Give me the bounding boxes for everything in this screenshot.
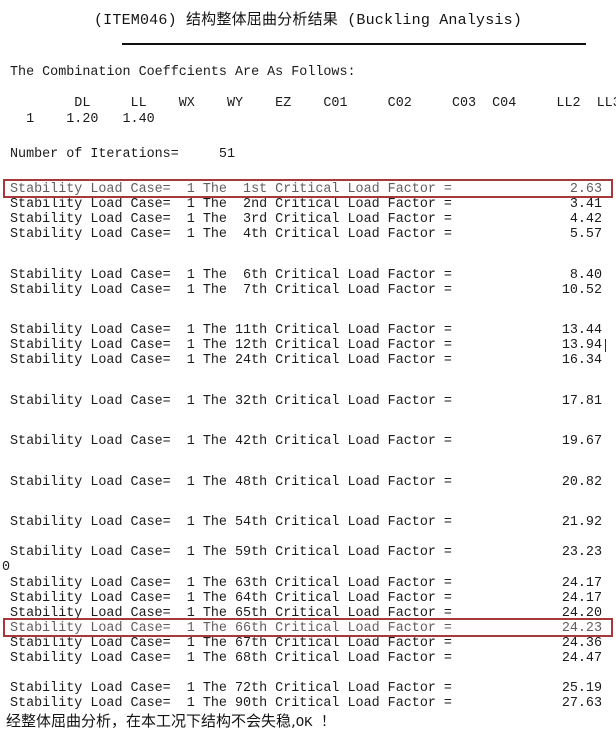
result-row: Stability Load Case= 1 The 7th Critical … [10,283,606,298]
combination-values-row: 1 1.20 1.40 [10,112,155,127]
result-row-value: 13.44 [561,323,602,338]
result-row-value: 5.57 [569,227,602,242]
result-row-value: 25.19 [561,681,602,696]
title-item-code: (ITEM046) [93,12,186,29]
result-row: Stability Load Case= 1 The 11th Critical… [10,323,606,338]
result-row: Stability Load Case= 1 The 66th Critical… [10,621,606,636]
result-row-value: 24.23 [561,621,602,636]
result-row-label: Stability Load Case= 1 The 11th Critical… [10,323,452,338]
result-row: Stability Load Case= 1 The 12th Critical… [10,338,607,353]
result-row: Stability Load Case= 1 The 6th Critical … [10,268,606,283]
result-row-label: Stability Load Case= 1 The 66th Critical… [10,621,452,636]
result-row: Stability Load Case= 1 The 54th Critical… [10,515,606,530]
result-row-label: Stability Load Case= 1 The 63th Critical… [10,576,452,591]
stray-character: 0 [2,560,11,575]
result-row-value: 24.17 [561,576,602,591]
result-row-label: Stability Load Case= 1 The 64th Critical… [10,591,452,606]
buckling-analysis-report: (ITEM046) 结构整体屈曲分析结果 (Buckling Analysis)… [0,0,616,740]
result-row-label: Stability Load Case= 1 The 67th Critical… [10,636,452,651]
result-row-label: Stability Load Case= 1 The 1st Critical … [10,182,452,197]
result-row-value: 24.20 [561,606,602,621]
result-row-value: 20.82 [561,475,602,490]
result-row-label: Stability Load Case= 1 The 68th Critical… [10,651,452,666]
result-row: Stability Load Case= 1 The 59th Critical… [10,545,606,560]
result-row-label: Stability Load Case= 1 The 2nd Critical … [10,197,452,212]
result-row-label: Stability Load Case= 1 The 4th Critical … [10,227,452,242]
conclusion-ok: OK ！ [295,715,335,731]
result-row-label: Stability Load Case= 1 The 12th Critical… [10,338,452,353]
result-row-value: 21.92 [561,515,602,530]
result-row: Stability Load Case= 1 The 65th Critical… [10,606,606,621]
conclusion-text: 经整体屈曲分析，在本工况下结构不会失稳,OK ！ [6,712,335,732]
result-row-value: 10.52 [561,283,602,298]
result-row-value: 2.63 [569,182,602,197]
result-row: Stability Load Case= 1 The 24th Critical… [10,353,606,368]
result-row-label: Stability Load Case= 1 The 3rd Critical … [10,212,452,227]
result-row: Stability Load Case= 1 The 4th Critical … [10,227,606,242]
result-row: Stability Load Case= 1 The 63th Critical… [10,576,606,591]
number-of-iterations: Number of Iterations= 51 [10,147,235,162]
result-row-value: 27.63 [561,696,602,711]
conclusion-chinese: 经整体屈曲分析，在本工况下结构不会失稳, [6,712,296,730]
result-row-value: 24.36 [561,636,602,651]
result-row-value: 24.47 [561,651,602,666]
result-row-label: Stability Load Case= 1 The 54th Critical… [10,515,452,530]
result-row: Stability Load Case= 1 The 3rd Critical … [10,212,606,227]
title-english: (Buckling Analysis) [338,12,523,29]
result-row: Stability Load Case= 1 The 67th Critical… [10,636,606,651]
result-row-value: 3.41 [569,197,602,212]
result-row-value: 17.81 [561,394,602,409]
result-row: Stability Load Case= 1 The 68th Critical… [10,651,606,666]
result-row-label: Stability Load Case= 1 The 48th Critical… [10,475,452,490]
result-row-label: Stability Load Case= 1 The 90th Critical… [10,696,452,711]
title-divider [122,43,586,45]
result-row: Stability Load Case= 1 The 42th Critical… [10,434,606,449]
result-row-label: Stability Load Case= 1 The 59th Critical… [10,545,452,560]
result-row: Stability Load Case= 1 The 64th Critical… [10,591,606,606]
combination-column-headers: DL LL WX WY EZ C01 C02 C03 C04 LL2 LL3 [10,96,616,111]
result-row-value: 4.42 [569,212,602,227]
result-row-label: Stability Load Case= 1 The 6th Critical … [10,268,452,283]
result-row-value: 19.67 [561,434,602,449]
result-row-value: 23.23 [561,545,602,560]
result-row-label: Stability Load Case= 1 The 72th Critical… [10,681,452,696]
result-row-label: Stability Load Case= 1 The 65th Critical… [10,606,452,621]
result-row: Stability Load Case= 1 The 48th Critical… [10,475,606,490]
combination-heading: The Combination Coeffcients Are As Follo… [10,65,356,80]
result-row-value: 8.40 [569,268,602,283]
result-row-label: Stability Load Case= 1 The 42th Critical… [10,434,452,449]
result-row-value: 16.34 [561,353,602,368]
title-chinese: 结构整体屈曲分析结果 [185,10,338,28]
result-row-label: Stability Load Case= 1 The 7th Critical … [10,283,452,298]
page-title: (ITEM046) 结构整体屈曲分析结果 (Buckling Analysis) [0,8,616,29]
result-row-label: Stability Load Case= 1 The 24th Critical… [10,353,452,368]
result-row-value: 13.94 [561,338,607,353]
result-row: Stability Load Case= 1 The 90th Critical… [10,696,606,711]
result-row: Stability Load Case= 1 The 72th Critical… [10,681,606,696]
result-row: Stability Load Case= 1 The 1st Critical … [10,182,606,197]
result-row-label: Stability Load Case= 1 The 32th Critical… [10,394,452,409]
result-row: Stability Load Case= 1 The 32th Critical… [10,394,606,409]
result-row: Stability Load Case= 1 The 2nd Critical … [10,197,606,212]
result-row-value: 24.17 [561,591,602,606]
